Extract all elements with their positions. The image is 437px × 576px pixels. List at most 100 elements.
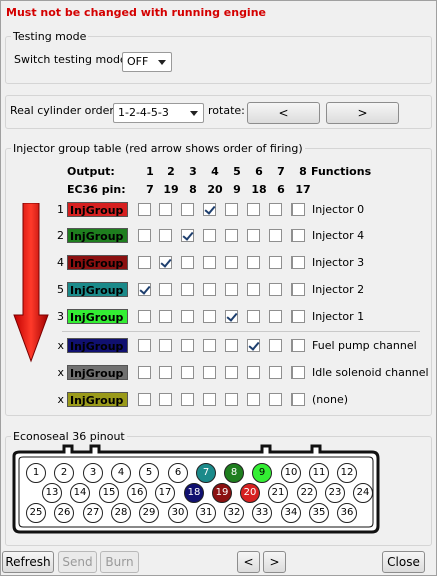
output-checkbox[interactable] xyxy=(225,283,238,296)
output-checkbox[interactable] xyxy=(203,283,216,296)
connector-pin: 6 xyxy=(168,463,188,483)
prev-button[interactable]: < xyxy=(237,551,260,573)
output-checkbox[interactable] xyxy=(269,229,282,242)
output-checkbox[interactable] xyxy=(181,310,194,323)
function-checkbox[interactable] xyxy=(292,310,305,323)
output-checkbox[interactable] xyxy=(159,366,172,379)
cylinder-order-select[interactable]: 1-2-4-5-3 xyxy=(113,103,204,123)
output-checkbox[interactable] xyxy=(181,229,194,242)
output-checkbox[interactable] xyxy=(247,229,260,242)
output-checkbox[interactable] xyxy=(269,339,282,352)
function-checkbox[interactable] xyxy=(292,283,305,296)
output-checkbox[interactable] xyxy=(269,283,282,296)
function-label: Injector 2 xyxy=(312,283,365,296)
function-label: (none) xyxy=(312,393,349,406)
output-checkbox[interactable] xyxy=(247,203,260,216)
connector-pin: 30 xyxy=(168,503,188,523)
output-checkbox[interactable] xyxy=(225,203,238,216)
output-checkbox[interactable] xyxy=(138,366,151,379)
output-checkbox[interactable] xyxy=(138,393,151,406)
output-checkbox[interactable] xyxy=(269,203,282,216)
function-checkbox[interactable] xyxy=(292,203,305,216)
output-checkbox[interactable] xyxy=(247,256,260,269)
output-checkbox[interactable] xyxy=(247,366,260,379)
next-button[interactable]: > xyxy=(263,551,286,573)
output-checkbox[interactable] xyxy=(181,339,194,352)
output-checkbox[interactable] xyxy=(269,310,282,323)
ec36-pin-number: 17 xyxy=(295,183,311,196)
output-checkbox[interactable] xyxy=(138,283,151,296)
output-checkbox[interactable] xyxy=(247,283,260,296)
output-checkbox[interactable] xyxy=(225,229,238,242)
output-checkbox[interactable] xyxy=(225,310,238,323)
function-checkbox[interactable] xyxy=(292,339,305,352)
output-checkbox[interactable] xyxy=(225,366,238,379)
connector-pin: 20 xyxy=(240,483,260,503)
output-checkbox[interactable] xyxy=(247,393,260,406)
ec36-pin-number: 9 xyxy=(233,183,241,196)
output-checkbox[interactable] xyxy=(159,310,172,323)
output-checkbox[interactable] xyxy=(159,203,172,216)
output-checkbox[interactable] xyxy=(225,339,238,352)
connector-pin: 5 xyxy=(139,463,159,483)
output-checkbox[interactable] xyxy=(138,310,151,323)
function-checkbox[interactable] xyxy=(292,256,305,269)
connector-pin: 8 xyxy=(224,463,244,483)
output-checkbox[interactable] xyxy=(203,256,216,269)
firing-order: x xyxy=(57,393,64,406)
output-number: 6 xyxy=(255,165,263,178)
output-checkbox[interactable] xyxy=(181,256,194,269)
output-checkbox[interactable] xyxy=(247,310,260,323)
output-checkbox[interactable] xyxy=(159,256,172,269)
output-checkbox[interactable] xyxy=(225,393,238,406)
injector-group-badge: InjGroup 7 xyxy=(67,392,128,407)
function-checkbox[interactable] xyxy=(292,229,305,242)
output-checkbox[interactable] xyxy=(247,339,260,352)
output-checkbox[interactable] xyxy=(138,203,151,216)
output-checkbox[interactable] xyxy=(203,203,216,216)
function-checkbox[interactable] xyxy=(292,366,305,379)
connector-pin: 2 xyxy=(54,463,74,483)
switch-testing-select[interactable]: OFF xyxy=(122,52,172,72)
chevron-down-icon xyxy=(158,60,166,65)
injector-table-title: Injector group table (red arrow shows or… xyxy=(11,142,305,155)
function-checkbox[interactable] xyxy=(292,393,305,406)
burn-button[interactable]: Burn xyxy=(100,551,139,573)
connector-pin: 34 xyxy=(281,503,301,523)
output-checkbox[interactable] xyxy=(269,393,282,406)
output-checkbox[interactable] xyxy=(181,283,194,296)
output-checkbox[interactable] xyxy=(269,256,282,269)
switch-testing-value: OFF xyxy=(127,55,149,68)
ec36-pin-number: 6 xyxy=(277,183,285,196)
output-checkbox[interactable] xyxy=(181,203,194,216)
injector-group-badge: InjGroup 1 xyxy=(67,309,128,324)
function-label: Injector 4 xyxy=(312,229,365,242)
ec36-pin-number: 8 xyxy=(189,183,197,196)
rotate-left-button[interactable]: < xyxy=(247,102,320,124)
connector-pin: 12 xyxy=(337,463,357,483)
output-checkbox[interactable] xyxy=(181,393,194,406)
output-checkbox[interactable] xyxy=(138,229,151,242)
connector-pin: 31 xyxy=(196,503,216,523)
output-checkbox[interactable] xyxy=(159,339,172,352)
output-checkbox[interactable] xyxy=(159,393,172,406)
output-checkbox[interactable] xyxy=(269,366,282,379)
output-checkbox[interactable] xyxy=(181,366,194,379)
connector-pin: 15 xyxy=(99,483,119,503)
output-checkbox[interactable] xyxy=(138,339,151,352)
rotate-label: rotate: xyxy=(208,104,245,117)
output-checkbox[interactable] xyxy=(203,393,216,406)
output-checkbox[interactable] xyxy=(203,310,216,323)
output-checkbox[interactable] xyxy=(225,256,238,269)
output-checkbox[interactable] xyxy=(138,256,151,269)
output-checkbox[interactable] xyxy=(159,229,172,242)
refresh-button[interactable]: Refresh xyxy=(2,551,54,573)
rotate-right-button[interactable]: > xyxy=(326,102,399,124)
output-checkbox[interactable] xyxy=(203,229,216,242)
output-checkbox[interactable] xyxy=(203,366,216,379)
output-checkbox[interactable] xyxy=(159,283,172,296)
output-number: 4 xyxy=(211,165,219,178)
close-button[interactable]: Close xyxy=(382,551,425,573)
output-checkbox[interactable] xyxy=(203,339,216,352)
send-button[interactable]: Send xyxy=(58,551,97,573)
